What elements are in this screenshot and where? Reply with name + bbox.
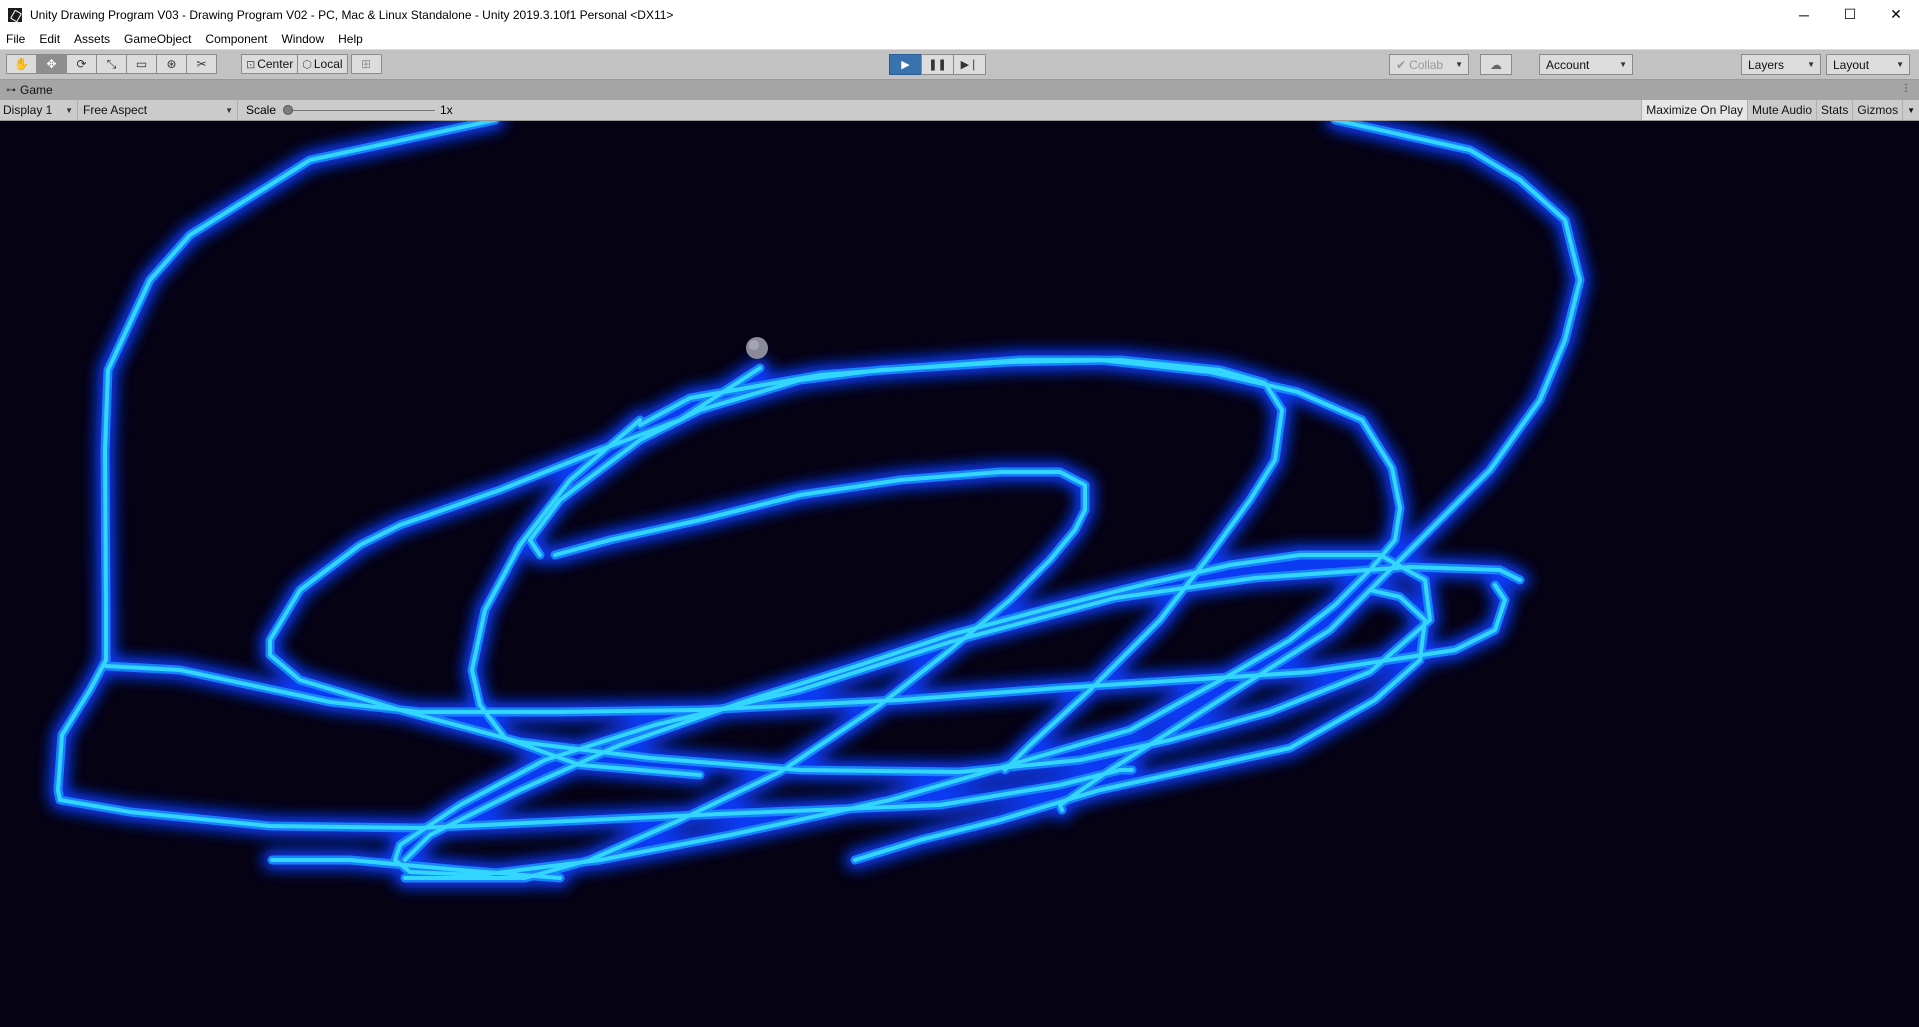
collab-dropdown[interactable]: ✔ Collab ▼ xyxy=(1389,54,1469,75)
account-label: Account xyxy=(1546,57,1590,72)
custom-tool-icon: ✂ xyxy=(196,57,207,71)
hand-tool-button[interactable]: ✋ xyxy=(6,54,37,74)
close-button[interactable]: ✕ xyxy=(1873,0,1919,29)
rotate-icon: ⟳ xyxy=(76,57,87,71)
main-toolbar: ✋ ✥ ⟳ ⤡ ▭ ⊛ ✂ ⊡ Center ⬡ Local ⊞ ▶ ❚❚ ▶❘… xyxy=(0,50,1919,80)
layers-dropdown[interactable]: Layers ▼ xyxy=(1741,54,1821,75)
pause-icon: ❚❚ xyxy=(928,59,947,71)
chevron-down-icon: ▼ xyxy=(1907,105,1915,115)
menu-window[interactable]: Window xyxy=(274,32,331,46)
game-tab-bar: ⊶ Game ⋮ xyxy=(0,80,1919,100)
grid-snap-icon: ⊞ xyxy=(361,57,372,71)
move-icon: ✥ xyxy=(46,57,57,71)
display-dropdown[interactable]: Display 1 ▼ xyxy=(0,100,78,120)
chevron-down-icon: ▼ xyxy=(1807,60,1815,69)
chevron-down-icon: ▼ xyxy=(225,105,233,115)
window-title: Unity Drawing Program V03 - Drawing Prog… xyxy=(30,7,674,22)
cube-icon: ⬡ xyxy=(302,58,312,71)
pivot-local-label: Local xyxy=(313,57,343,71)
game-view-toolbar: Display 1 ▼ Free Aspect ▼ Scale 1x Maxim… xyxy=(0,100,1919,121)
drawn-light-stroke xyxy=(260,358,1440,870)
pivot-center-label: Center xyxy=(257,57,294,71)
step-icon: ▶❘ xyxy=(960,59,979,71)
menu-edit[interactable]: Edit xyxy=(32,32,67,46)
custom-tool-button[interactable]: ✂ xyxy=(186,54,217,74)
move-tool-button[interactable]: ✥ xyxy=(36,54,67,74)
play-button[interactable]: ▶ xyxy=(889,54,922,75)
hand-icon: ✋ xyxy=(14,57,29,71)
step-button[interactable]: ▶❘ xyxy=(953,54,986,75)
drawing-canvas xyxy=(48,121,1590,888)
scale-label: Scale xyxy=(246,103,277,117)
game-view-options: Maximize On Play Mute Audio Stats Gizmos… xyxy=(1641,100,1919,120)
drawn-light-stroke xyxy=(268,366,1432,862)
menu-assets[interactable]: Assets xyxy=(67,32,117,46)
scale-tool-button[interactable]: ⤡ xyxy=(96,54,127,74)
menu-bar: File Edit Assets GameObject Component Wi… xyxy=(0,29,1919,50)
mute-audio-toggle[interactable]: Mute Audio xyxy=(1747,100,1816,120)
pivot-local-button[interactable]: ⬡ Local xyxy=(297,54,348,74)
transform-icon: ⊛ xyxy=(166,57,177,71)
brush-cursor-highlight xyxy=(749,340,759,350)
menu-file[interactable]: File xyxy=(0,32,32,46)
pause-button[interactable]: ❚❚ xyxy=(921,54,954,75)
chevron-down-icon: ▼ xyxy=(65,105,73,115)
layout-label: Layout xyxy=(1833,57,1870,72)
scale-icon: ⤡ xyxy=(106,56,117,71)
aspect-dropdown[interactable]: Free Aspect ▼ xyxy=(80,100,238,120)
play-icon: ▶ xyxy=(901,59,910,71)
menu-help[interactable]: Help xyxy=(331,32,370,46)
pivot-controls: ⊡ Center ⬡ Local ⊞ xyxy=(241,54,382,74)
drawn-light-stroke xyxy=(1050,121,1590,820)
collab-label: Collab xyxy=(1409,57,1444,72)
cloud-button[interactable]: ☁ xyxy=(1480,54,1512,75)
transform-tools: ✋ ✥ ⟳ ⤡ ▭ ⊛ ✂ xyxy=(6,54,217,74)
transform-tool-button[interactable]: ⊛ xyxy=(156,54,187,74)
title-bar: Unity Drawing Program V03 - Drawing Prog… xyxy=(0,0,1919,29)
tab-game[interactable]: ⊶ Game xyxy=(0,80,61,100)
rect-icon: ▭ xyxy=(135,57,148,71)
rotate-tool-button[interactable]: ⟳ xyxy=(66,54,97,74)
game-viewport[interactable] xyxy=(0,121,1919,1027)
unity-logo-icon xyxy=(8,7,22,22)
play-controls: ▶ ❚❚ ▶❘ xyxy=(889,54,986,75)
gizmos-toggle[interactable]: Gizmos xyxy=(1852,100,1902,120)
scale-slider-track[interactable] xyxy=(287,110,435,111)
scale-value: 1x xyxy=(440,103,453,117)
pivot-center-icon: ⊡ xyxy=(246,58,256,71)
tab-game-label: Game xyxy=(20,83,53,97)
pivot-center-button[interactable]: ⊡ Center xyxy=(241,54,299,74)
grid-snap-button[interactable]: ⊞ xyxy=(350,54,382,74)
stats-toggle[interactable]: Stats xyxy=(1816,100,1852,120)
maximize-button[interactable]: ☐ xyxy=(1827,0,1873,29)
gamepad-icon: ⊶ xyxy=(6,84,16,96)
chevron-down-icon: ▼ xyxy=(1619,60,1627,69)
chevron-down-icon: ▼ xyxy=(1455,60,1463,69)
layers-label: Layers xyxy=(1748,57,1785,72)
scale-slider-thumb[interactable] xyxy=(283,105,293,115)
menu-gameobject[interactable]: GameObject xyxy=(117,32,198,46)
account-dropdown[interactable]: Account ▼ xyxy=(1539,54,1633,75)
window-controls: ─ ☐ ✕ xyxy=(1781,0,1919,29)
rect-tool-button[interactable]: ▭ xyxy=(126,54,157,74)
layout-dropdown[interactable]: Layout ▼ xyxy=(1826,54,1910,75)
chevron-down-icon: ▼ xyxy=(1896,60,1904,69)
display-label: Display 1 xyxy=(3,103,53,117)
maximize-on-play-toggle[interactable]: Maximize On Play xyxy=(1641,100,1747,120)
menu-component[interactable]: Component xyxy=(198,32,274,46)
drawn-light-stroke xyxy=(265,363,1435,865)
tab-options-icon[interactable]: ⋮ xyxy=(1901,83,1911,94)
check-icon: ✔ xyxy=(1396,57,1407,72)
cloud-icon: ☁ xyxy=(1490,57,1502,72)
gizmos-dropdown[interactable]: ▼ xyxy=(1902,100,1919,120)
aspect-label: Free Aspect xyxy=(83,103,148,117)
minimize-button[interactable]: ─ xyxy=(1781,0,1827,29)
